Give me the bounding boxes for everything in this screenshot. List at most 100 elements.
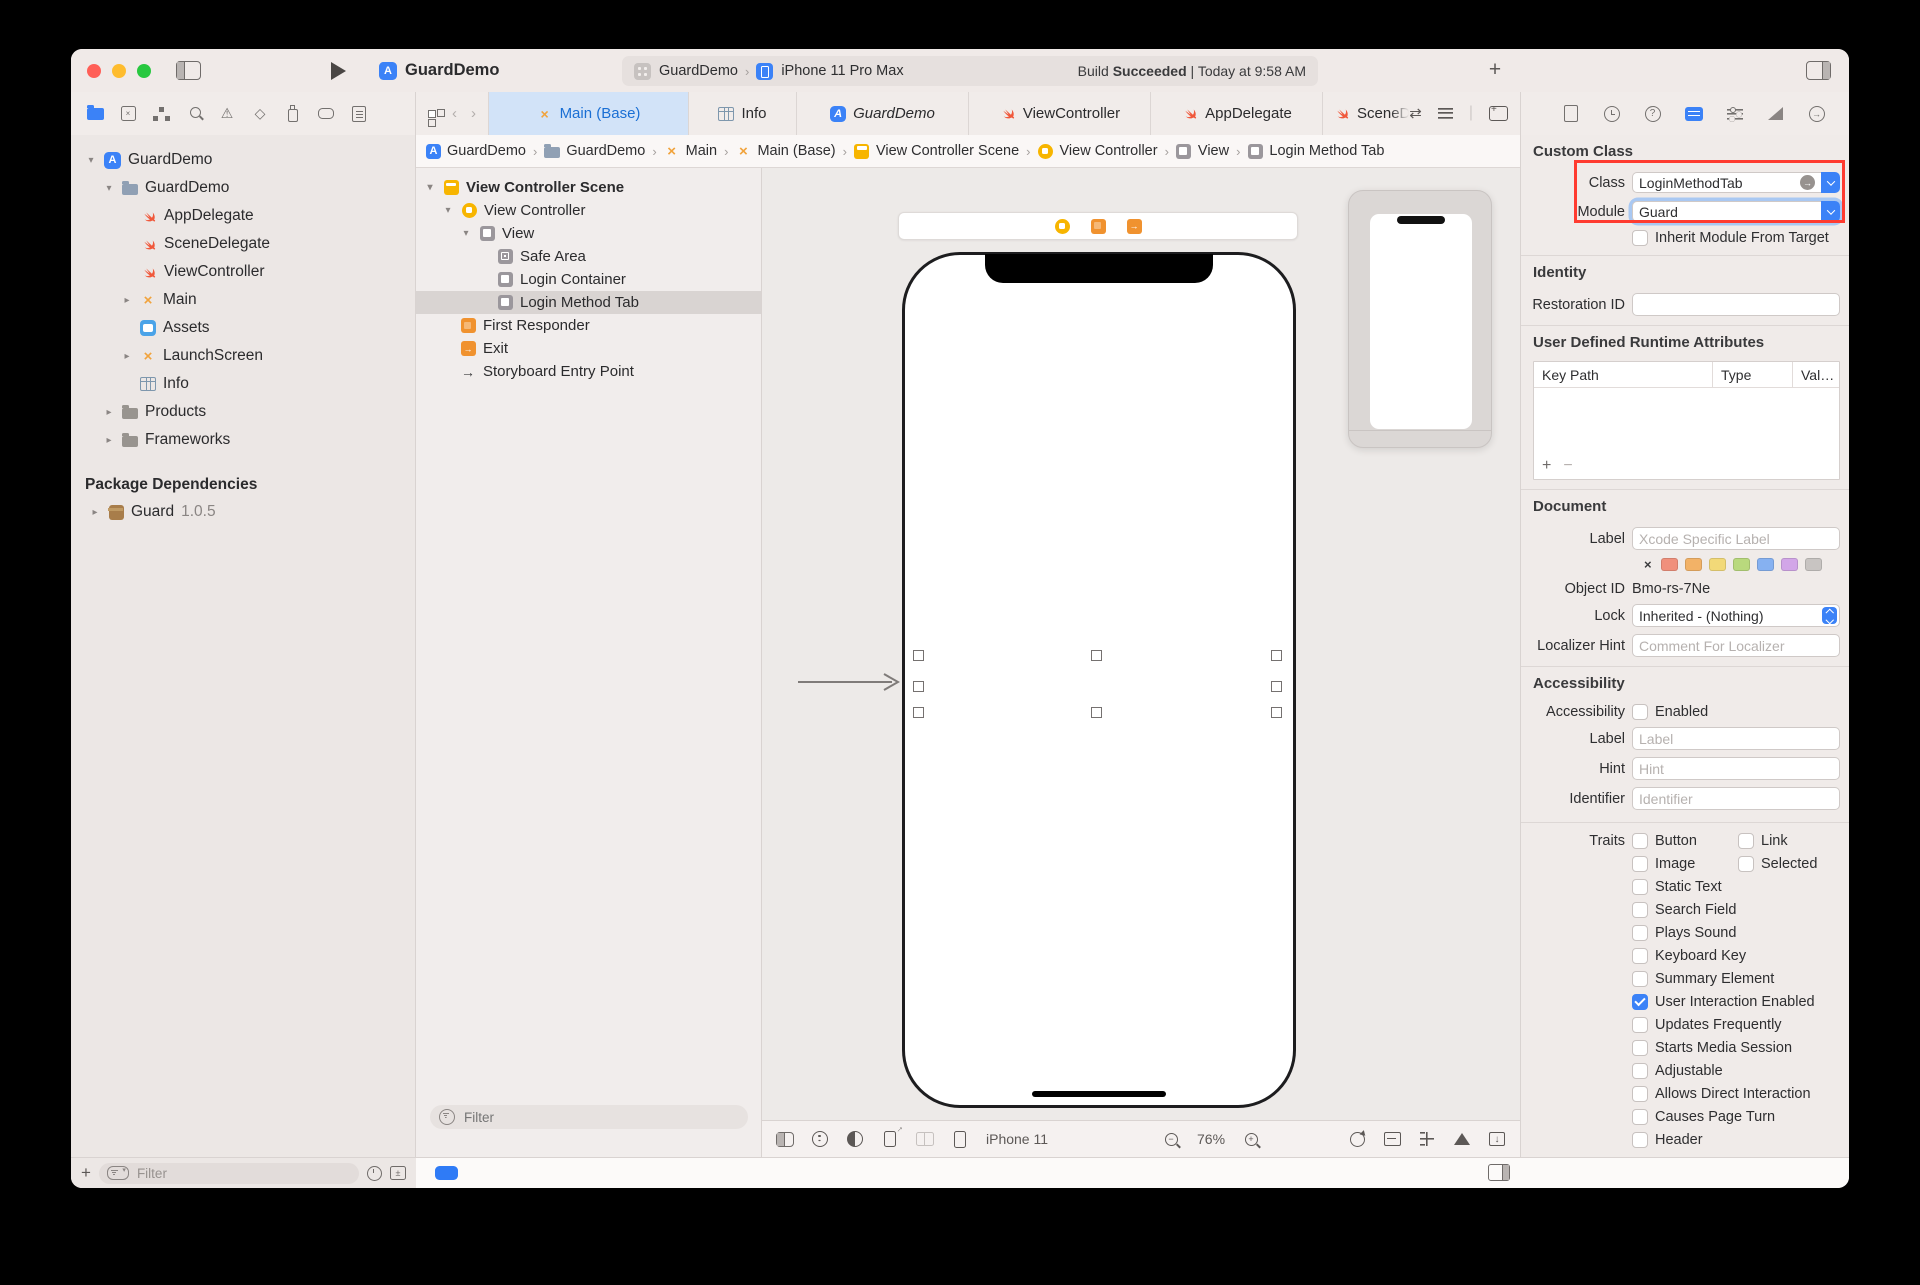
- disclosure-icon[interactable]: ▾: [103, 183, 115, 194]
- trait-plays-sound[interactable]: Plays Sound: [1632, 925, 1840, 941]
- breadcrumb-item-main-base[interactable]: Main (Base): [735, 143, 835, 159]
- color-swatch-gray[interactable]: [1805, 558, 1822, 571]
- accessibility-label-field[interactable]: Label: [1632, 727, 1840, 750]
- code-review-icon[interactable]: ⇄: [1409, 104, 1422, 122]
- trait-image[interactable]: Image: [1632, 856, 1738, 872]
- color-swatch-green[interactable]: [1733, 558, 1750, 571]
- new-tab-button[interactable]: +: [1482, 58, 1508, 82]
- selection-handle-middle-left[interactable]: [913, 681, 924, 692]
- trait-search-field[interactable]: Search Field: [1632, 902, 1840, 918]
- disclosure-icon[interactable]: ▾: [442, 205, 454, 216]
- disclosure-icon[interactable]: ▾: [424, 182, 436, 193]
- forward-button[interactable]: ›: [471, 105, 476, 122]
- outline-filter-field[interactable]: [430, 1105, 748, 1129]
- nav-item-launchscreen[interactable]: ▸LaunchScreen: [71, 342, 415, 370]
- device-icon[interactable]: [951, 1130, 969, 1148]
- device-label[interactable]: iPhone 11: [986, 1131, 1048, 1147]
- add-constraints-icon[interactable]: [1418, 1130, 1436, 1148]
- disclosure-icon[interactable]: ▸: [89, 507, 101, 518]
- appearance-icon[interactable]: [846, 1130, 864, 1148]
- first-responder-icon[interactable]: [1091, 219, 1106, 234]
- class-dropdown-icon[interactable]: [1821, 172, 1840, 193]
- file-inspector-icon[interactable]: [1561, 104, 1580, 123]
- source-control-status-icon[interactable]: [390, 1166, 406, 1180]
- history-inspector-icon[interactable]: [1602, 104, 1621, 123]
- color-swatch-blue[interactable]: [1757, 558, 1774, 571]
- breakpoint-navigator-icon[interactable]: [316, 104, 336, 124]
- storyboard-entry-point-arrow[interactable]: [796, 673, 904, 691]
- bottom-right-panel-icon[interactable]: [1488, 1164, 1510, 1181]
- nav-item-appdelegate[interactable]: AppDelegate: [71, 202, 415, 230]
- trait-updates-frequently[interactable]: Updates Frequently: [1632, 1017, 1840, 1033]
- breadcrumb-item-view-controller[interactable]: View Controller: [1038, 143, 1158, 159]
- trait-summary-element[interactable]: Summary Element: [1632, 971, 1840, 987]
- recent-files-icon[interactable]: [367, 1166, 382, 1181]
- nav-item-products[interactable]: ▸Products: [71, 398, 415, 426]
- tab-appdelegate[interactable]: AppDelegate: [1150, 92, 1322, 135]
- editor-options-icon[interactable]: [1438, 108, 1453, 119]
- class-field[interactable]: LoginMethodTab: [1632, 172, 1840, 193]
- resolve-autolayout-icon[interactable]: [1453, 1130, 1471, 1148]
- trait-static-text[interactable]: Static Text: [1632, 879, 1840, 895]
- runtime-attributes-table[interactable]: Key Path Type Val… + −: [1533, 361, 1840, 480]
- selection-handle-bottom-right[interactable]: [1271, 707, 1282, 718]
- editor-sidebar-icon[interactable]: [776, 1130, 794, 1148]
- add-attribute-button[interactable]: +: [1542, 457, 1551, 475]
- tab-main-base[interactable]: Main (Base): [488, 92, 688, 135]
- outline-item-login-container[interactable]: Login Container: [416, 268, 761, 291]
- disclosure-icon[interactable]: ▸: [121, 295, 133, 306]
- breadcrumb-item-login-method-tab[interactable]: Login Method Tab: [1247, 143, 1384, 159]
- view-controller-icon[interactable]: [1055, 219, 1070, 234]
- tab-viewcontroller[interactable]: ViewController: [968, 92, 1150, 135]
- breadcrumb-item-scene[interactable]: View Controller Scene: [854, 143, 1019, 159]
- module-dropdown-icon[interactable]: [1821, 201, 1840, 222]
- nav-item-frameworks[interactable]: ▸Frameworks: [71, 426, 415, 454]
- trait-link[interactable]: Link: [1738, 833, 1840, 849]
- nav-item-guard-package[interactable]: ▸Guard1.0.5: [71, 498, 415, 526]
- inherit-module-checkbox[interactable]: [1632, 230, 1648, 246]
- nav-item-scenedelegate[interactable]: SceneDelegate: [71, 230, 415, 258]
- nav-item-assets[interactable]: Assets: [71, 314, 415, 342]
- breadcrumb-item-view[interactable]: View: [1176, 143, 1229, 159]
- trait-allows-direct-interaction[interactable]: Allows Direct Interaction: [1632, 1086, 1840, 1102]
- add-file-button[interactable]: +: [81, 1163, 91, 1183]
- symbol-navigator-icon[interactable]: [151, 104, 171, 124]
- zoom-level[interactable]: 76%: [1197, 1131, 1225, 1147]
- zoom-out-icon[interactable]: −: [1162, 1130, 1180, 1148]
- module-field[interactable]: Guard: [1632, 201, 1840, 222]
- zoom-window-button[interactable]: [137, 64, 151, 78]
- report-navigator-icon[interactable]: [349, 104, 369, 124]
- trait-keyboard-key[interactable]: Keyboard Key: [1632, 948, 1840, 964]
- attributes-inspector-icon[interactable]: [1725, 104, 1744, 123]
- trait-selected[interactable]: Selected: [1738, 856, 1840, 872]
- disclosure-icon[interactable]: ▸: [103, 407, 115, 418]
- restoration-id-field[interactable]: [1632, 293, 1840, 316]
- selection-handle-bottom-center[interactable]: [1091, 707, 1102, 718]
- orientation-icon[interactable]: [881, 1130, 899, 1148]
- outline-item-login-method-tab[interactable]: Login Method Tab: [416, 291, 761, 314]
- outline-item-first-responder[interactable]: First Responder: [416, 314, 761, 337]
- selection-handle-middle-right[interactable]: [1271, 681, 1282, 692]
- size-inspector-icon[interactable]: [1766, 104, 1785, 123]
- exit-icon[interactable]: [1127, 219, 1142, 234]
- breadcrumb-item-group[interactable]: GuardDemo: [544, 143, 645, 159]
- trait-user-interaction-enabled[interactable]: User Interaction Enabled: [1632, 994, 1840, 1010]
- related-items-icon[interactable]: [428, 110, 436, 118]
- outline-item-scene[interactable]: ▾View Controller Scene: [416, 176, 761, 199]
- run-button[interactable]: [331, 62, 346, 80]
- accessibility-preview-icon[interactable]: [811, 1130, 829, 1148]
- navigator-filter-input[interactable]: [135, 1165, 351, 1182]
- navigator-filter-field[interactable]: [99, 1163, 359, 1184]
- nav-item-main[interactable]: ▸Main: [71, 286, 415, 314]
- document-label-field[interactable]: Xcode Specific Label: [1632, 527, 1840, 550]
- nav-item-info[interactable]: Info: [71, 370, 415, 398]
- accessibility-enabled-checkbox[interactable]: [1632, 704, 1648, 720]
- breadcrumb-item-project[interactable]: GuardDemo: [426, 143, 526, 159]
- trait-button[interactable]: Button: [1632, 833, 1738, 849]
- zoom-in-icon[interactable]: +: [1242, 1130, 1260, 1148]
- tab-guarddemo[interactable]: GuardDemo: [796, 92, 968, 135]
- nav-item-group[interactable]: ▾GuardDemo: [71, 174, 415, 202]
- minimize-window-button[interactable]: [112, 64, 126, 78]
- device-canvas-iphone[interactable]: [902, 252, 1296, 1108]
- project-navigator-icon[interactable]: [85, 104, 105, 124]
